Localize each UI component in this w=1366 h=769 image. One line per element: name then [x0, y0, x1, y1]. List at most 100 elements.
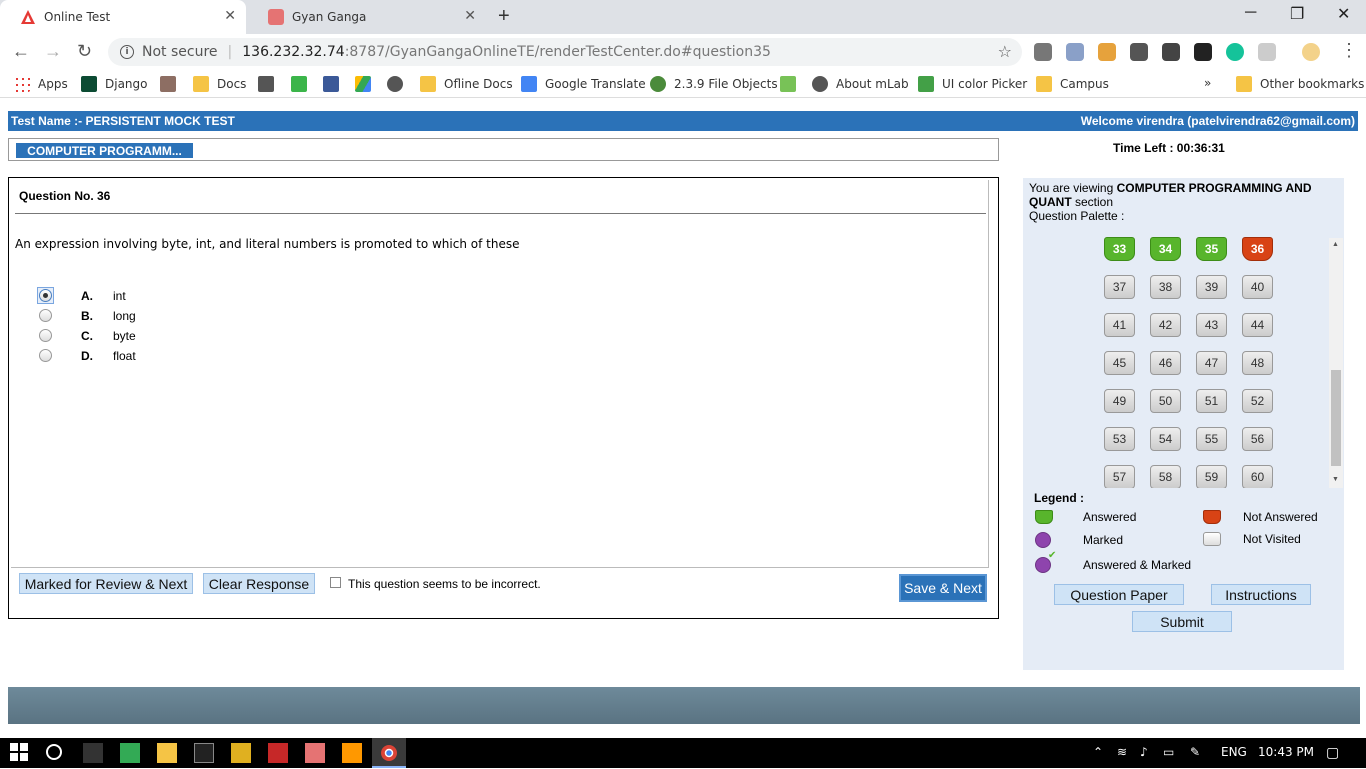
- mark-review-next-button[interactable]: Marked for Review & Next: [19, 573, 193, 594]
- palette-question-button[interactable]: 57: [1104, 465, 1135, 488]
- reload-icon[interactable]: ↻: [77, 41, 92, 62]
- incorrect-question-checkbox[interactable]: [330, 577, 341, 588]
- extension-pen-icon[interactable]: [1194, 43, 1212, 61]
- extension-tb-icon[interactable]: [1162, 43, 1180, 61]
- terminal-icon[interactable]: [194, 743, 214, 763]
- bookmark-color-picker[interactable]: UI color Picker: [918, 76, 1027, 92]
- close-tab-icon[interactable]: ✕: [224, 8, 236, 24]
- app-icon[interactable]: [268, 743, 288, 763]
- grammarly-icon[interactable]: [1226, 43, 1244, 61]
- palette-question-button[interactable]: 56: [1242, 427, 1273, 451]
- option-d[interactable]: D. float: [37, 347, 136, 364]
- cortana-search-icon[interactable]: [45, 743, 65, 763]
- palette-question-button[interactable]: 37: [1104, 275, 1135, 299]
- back-arrow-icon[interactable]: ←: [12, 41, 30, 62]
- palette-question-button[interactable]: 44: [1242, 313, 1273, 337]
- option-radio[interactable]: [37, 287, 54, 304]
- palette-question-button[interactable]: 47: [1196, 351, 1227, 375]
- option-c[interactable]: C. byte: [37, 327, 136, 344]
- pen-icon[interactable]: ✎: [1190, 745, 1200, 759]
- palette-question-button[interactable]: 41: [1104, 313, 1135, 337]
- palette-question-button[interactable]: 38: [1150, 275, 1181, 299]
- file-explorer-icon[interactable]: [157, 743, 177, 763]
- task-view-icon[interactable]: [83, 743, 103, 763]
- volume-icon[interactable]: ♪: [1140, 745, 1148, 759]
- language-indicator[interactable]: ENG: [1221, 745, 1247, 759]
- palette-question-button[interactable]: 59: [1196, 465, 1227, 488]
- palette-question-button[interactable]: 34: [1150, 237, 1181, 261]
- bookmark-docs[interactable]: Docs: [193, 76, 246, 92]
- close-window-button[interactable]: ✕: [1337, 4, 1350, 24]
- extension-picker-icon[interactable]: [1130, 43, 1148, 61]
- forward-arrow-icon[interactable]: →: [44, 41, 62, 62]
- section-tab[interactable]: COMPUTER PROGRAMM...: [16, 143, 193, 158]
- battery-icon[interactable]: ▭: [1163, 745, 1174, 759]
- clock[interactable]: 10:43 PM: [1258, 745, 1314, 759]
- palette-question-button[interactable]: 48: [1242, 351, 1273, 375]
- instructions-button[interactable]: Instructions: [1211, 584, 1311, 605]
- palette-question-button[interactable]: 51: [1196, 389, 1227, 413]
- bookmark-django[interactable]: Django: [81, 76, 148, 92]
- palette-question-button[interactable]: 50: [1150, 389, 1181, 413]
- extension-x-icon[interactable]: [1258, 43, 1276, 61]
- bookmark-w[interactable]: [258, 76, 282, 92]
- option-radio[interactable]: [37, 347, 54, 364]
- option-b[interactable]: B. long: [37, 307, 136, 324]
- mail-icon[interactable]: [120, 743, 140, 763]
- palette-question-button[interactable]: 39: [1196, 275, 1227, 299]
- save-next-button[interactable]: Save & Next: [899, 574, 987, 602]
- close-tab-icon[interactable]: ✕: [464, 8, 476, 24]
- submit-button[interactable]: Submit: [1132, 611, 1232, 632]
- bookmark-globe[interactable]: [387, 76, 411, 92]
- bookmark-drive[interactable]: [355, 76, 379, 92]
- palette-question-button[interactable]: 49: [1104, 389, 1135, 413]
- bookmark-campus[interactable]: Campus: [1036, 76, 1109, 92]
- bookmark-mlab[interactable]: About mLab: [812, 76, 909, 92]
- option-a[interactable]: A. int: [37, 287, 126, 304]
- menu-kebab-icon[interactable]: ⋮: [1340, 40, 1358, 61]
- palette-question-button[interactable]: 55: [1196, 427, 1227, 451]
- palette-question-button[interactable]: 60: [1242, 465, 1273, 488]
- extension-user-icon[interactable]: [1098, 43, 1116, 61]
- palette-question-button[interactable]: 52: [1242, 389, 1273, 413]
- tab-online-test[interactable]: Online Test ✕: [0, 0, 246, 34]
- scroll-down-icon[interactable]: ▼: [1332, 476, 1339, 483]
- palette-question-button[interactable]: 46: [1150, 351, 1181, 375]
- palette-question-button[interactable]: 43: [1196, 313, 1227, 337]
- bookmark-px[interactable]: [291, 76, 315, 92]
- app-icon[interactable]: [305, 743, 325, 763]
- python-app-icon[interactable]: [231, 743, 251, 763]
- bookmark-apps[interactable]: Apps: [14, 76, 68, 92]
- palette-question-button[interactable]: 53: [1104, 427, 1135, 451]
- minimize-button[interactable]: ─: [1245, 4, 1256, 22]
- bookmark-android[interactable]: [780, 76, 804, 92]
- sublime-text-icon[interactable]: [342, 743, 362, 763]
- option-radio[interactable]: [37, 307, 54, 324]
- clear-response-button[interactable]: Clear Response: [203, 573, 315, 594]
- question-paper-button[interactable]: Question Paper: [1054, 584, 1184, 605]
- tray-chevron-up-icon[interactable]: ⌃: [1093, 745, 1103, 759]
- palette-scrollbar[interactable]: ▲ ▼: [1329, 238, 1343, 488]
- bookmark-ofline-docs[interactable]: Ofline Docs: [420, 76, 513, 92]
- option-radio[interactable]: [37, 327, 54, 344]
- windows-start-icon[interactable]: [10, 743, 30, 763]
- address-bar[interactable]: i Not secure | 136.232.32.74:8787/GyanGa…: [108, 38, 1022, 66]
- info-icon[interactable]: i: [120, 45, 134, 59]
- palette-question-button[interactable]: 36: [1242, 237, 1273, 261]
- extension-cube-icon[interactable]: [1034, 43, 1052, 61]
- palette-question-button[interactable]: 45: [1104, 351, 1135, 375]
- palette-question-button[interactable]: 40: [1242, 275, 1273, 299]
- maximize-button[interactable]: ❐: [1290, 4, 1304, 24]
- scroll-thumb[interactable]: [1331, 370, 1341, 466]
- palette-question-button[interactable]: 58: [1150, 465, 1181, 488]
- bookmark-google-translate[interactable]: Google Translate: [521, 76, 646, 92]
- profile-avatar[interactable]: [1302, 43, 1320, 61]
- bookmark-file-objects[interactable]: 2.3.9 File Objects: [650, 76, 778, 92]
- palette-question-button[interactable]: 33: [1104, 237, 1135, 261]
- wifi-icon[interactable]: ≋: [1117, 745, 1127, 759]
- extension-screen-icon[interactable]: [1066, 43, 1084, 61]
- bookmark-other[interactable]: Other bookmarks: [1236, 76, 1364, 92]
- palette-question-button[interactable]: 54: [1150, 427, 1181, 451]
- scroll-up-icon[interactable]: ▲: [1332, 241, 1339, 248]
- bookmark-star-icon[interactable]: ☆: [998, 42, 1012, 61]
